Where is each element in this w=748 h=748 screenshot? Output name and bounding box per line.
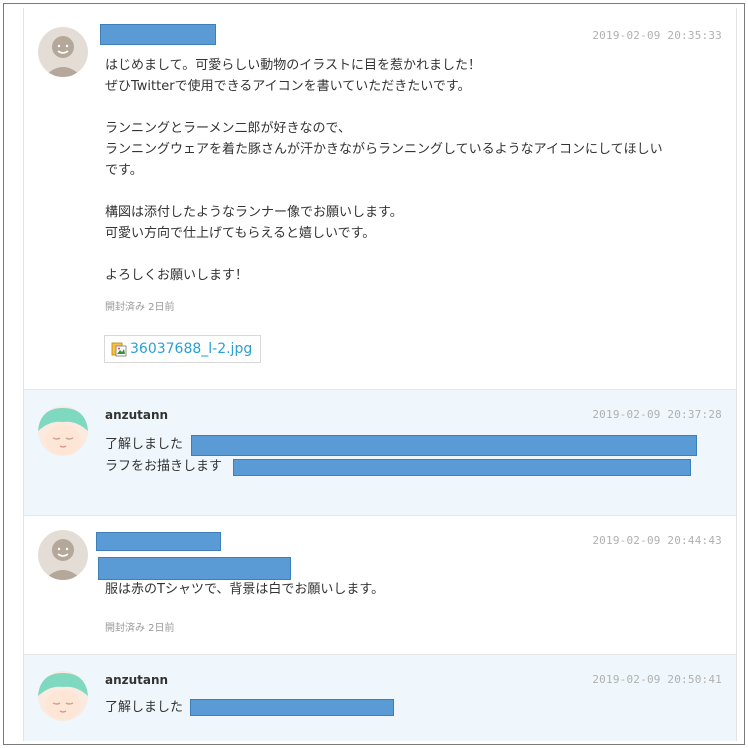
redacted-text <box>190 699 394 716</box>
user-avatar-icon[interactable] <box>38 27 88 77</box>
message-item: 2019-02-09 20:44:43 服は赤のTシャツで、背景は白でお願いしま… <box>24 516 736 655</box>
user-avatar-icon[interactable] <box>38 530 88 580</box>
username: anzutann <box>105 408 169 422</box>
redacted-text <box>191 435 697 456</box>
message-item: anzutann 2019-02-09 20:50:41 了解しました <box>24 655 736 741</box>
read-status: 開封済み 2日前 <box>105 302 175 313</box>
redacted-username <box>96 532 221 551</box>
message-body: 服は赤のTシャツで、背景は白でお願いします。 <box>105 582 385 597</box>
username: anzutann <box>105 673 169 687</box>
message-timestamp: 2019-02-09 20:50:41 <box>592 673 722 686</box>
message-body: はじめまして。可愛らしい動物のイラストに目を惹かれました！ ぜひTwitterで… <box>105 58 663 283</box>
screenshot-frame: 2019-02-09 20:35:33 はじめまして。可愛らしい動物のイラストに… <box>3 3 745 745</box>
anzutann-avatar-icon[interactable] <box>38 406 88 456</box>
redacted-username <box>100 24 216 45</box>
message-timestamp: 2019-02-09 20:37:28 <box>592 408 722 421</box>
read-status: 開封済み 2日前 <box>105 623 175 634</box>
message-timestamp: 2019-02-09 20:35:33 <box>592 29 722 42</box>
redacted-text <box>233 459 691 476</box>
attachment-filename: 36037688_l-2.jpg <box>130 341 253 357</box>
attachment-link[interactable]: 36037688_l-2.jpg <box>104 335 262 363</box>
image-file-icon <box>111 341 127 357</box>
message-item: anzutann 2019-02-09 20:37:28 了解しました ラフをお… <box>24 390 736 516</box>
message-timestamp: 2019-02-09 20:44:43 <box>592 534 722 547</box>
message-thread: 2019-02-09 20:35:33 はじめまして。可愛らしい動物のイラストに… <box>23 8 737 741</box>
message-item: 2019-02-09 20:35:33 はじめまして。可愛らしい動物のイラストに… <box>24 8 736 390</box>
redacted-text <box>98 557 291 580</box>
anzutann-avatar-icon[interactable] <box>38 671 88 721</box>
